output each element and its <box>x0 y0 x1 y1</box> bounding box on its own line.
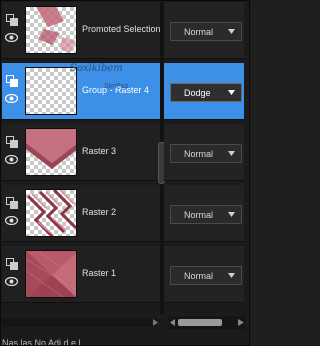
layer-type-icon[interactable] <box>5 257 18 270</box>
layer-list: Promoted Selection Group - Raster 4 Soxi… <box>2 2 161 312</box>
layer-type-icon[interactable] <box>5 74 18 87</box>
chevron-down-icon <box>228 212 235 217</box>
layer-type-icon[interactable] <box>5 196 18 209</box>
layer-name: Raster 2 <box>82 207 117 217</box>
layer-name: Raster 1 <box>82 268 117 278</box>
blend-mode-dropdown[interactable]: Normal <box>170 22 242 41</box>
scroll-right-arrow-icon[interactable] <box>150 318 160 327</box>
scrollbar-thumb[interactable] <box>178 319 222 326</box>
blend-cell: Normal <box>164 185 244 242</box>
layer-type-icon[interactable] <box>5 13 18 26</box>
layer-row-raster-2[interactable]: Raster 2 <box>2 185 160 242</box>
blend-cell: Dodge <box>164 63 244 120</box>
blend-mode-dropdown[interactable]: Normal <box>170 205 242 224</box>
eye-icon[interactable] <box>5 31 18 44</box>
chevron-down-icon <box>228 29 235 34</box>
layer-thumbnail <box>25 6 77 54</box>
blend-mode-value: Normal <box>184 27 214 37</box>
eye-icon[interactable] <box>5 275 18 288</box>
layer-row-raster-3[interactable]: Raster 3 <box>2 124 160 181</box>
blend-mode-value: Normal <box>184 149 214 159</box>
status-text: Nas las No Adi d e l <box>2 338 81 346</box>
watermark-subtext: SimPsp <box>104 83 129 90</box>
blend-mode-value: Dodge <box>184 88 211 98</box>
eye-icon[interactable] <box>5 214 18 227</box>
blend-mode-column: Normal Dodge Normal Normal Normal <box>164 2 244 312</box>
layer-name: Raster 3 <box>82 146 117 156</box>
layer-name: Promoted Selection <box>82 24 161 34</box>
blend-mode-dropdown[interactable]: Normal <box>170 266 242 285</box>
eye-icon[interactable] <box>5 153 18 166</box>
layer-row-group-raster-4[interactable]: Group - Raster 4 Soxikibem SimPsp <box>2 63 160 120</box>
layer-row-promoted-selection[interactable]: Promoted Selection <box>2 2 161 59</box>
blend-cell: Normal <box>164 124 244 181</box>
layer-thumbnail <box>25 128 77 176</box>
layer-thumbnail <box>25 250 77 298</box>
blend-mode-value: Normal <box>184 210 214 220</box>
eye-icon[interactable] <box>5 92 18 105</box>
blend-mode-dropdown[interactable]: Normal <box>170 144 242 163</box>
blend-mode-value: Normal <box>184 271 214 281</box>
scroll-right-arrow-icon[interactable] <box>238 319 244 326</box>
chevron-down-icon <box>228 90 235 95</box>
layer-thumbnail <box>25 189 77 237</box>
chevron-down-icon <box>228 273 235 278</box>
blend-cell: Normal <box>164 246 244 303</box>
layer-row-raster-1[interactable]: Raster 1 <box>2 246 160 303</box>
blend-cell: Normal <box>164 2 244 59</box>
blend-mode-dropdown[interactable]: Dodge <box>170 83 242 102</box>
layer-thumbnail <box>25 67 77 115</box>
horizontal-scrollbar-left[interactable] <box>2 318 157 327</box>
layers-panel: Promoted Selection Group - Raster 4 Soxi… <box>0 0 250 346</box>
layer-type-icon[interactable] <box>5 135 18 148</box>
watermark-signature: Soxikibem <box>70 63 123 74</box>
scroll-left-arrow-icon[interactable] <box>170 319 176 326</box>
chevron-down-icon <box>228 151 235 156</box>
